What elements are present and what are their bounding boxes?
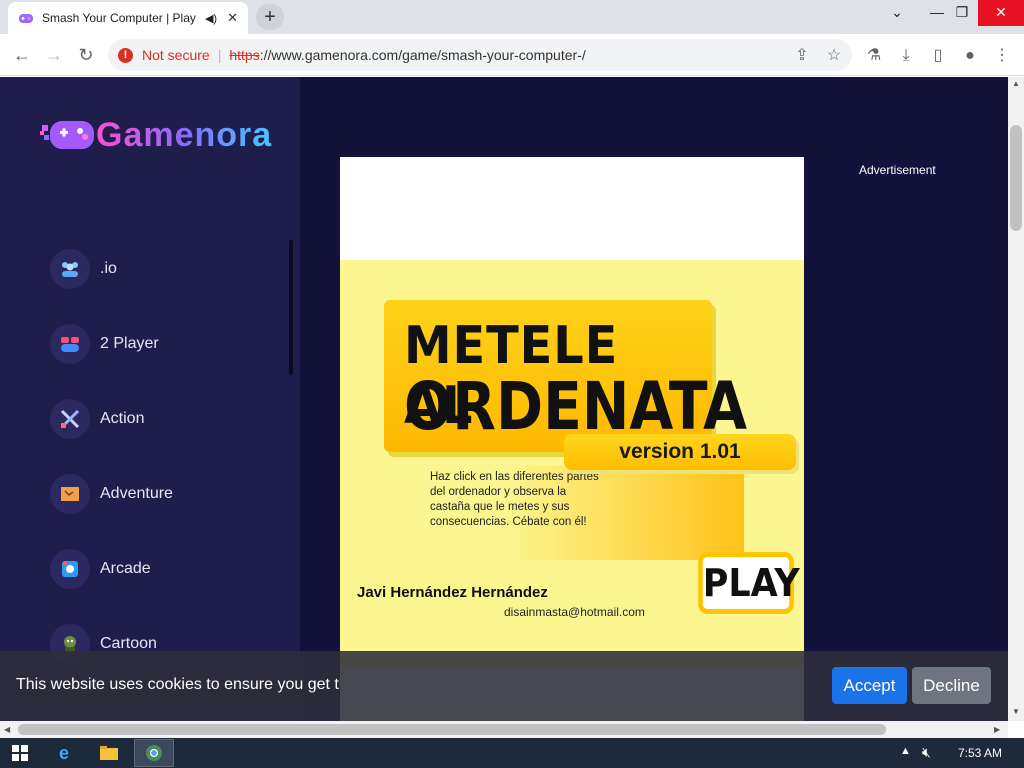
game-description: Haz click en las diferentes partes del o… [430,471,599,528]
site-logo[interactable]: Gamenora [40,115,272,155]
game-title-box: METELE AL ORDENATA [384,300,747,452]
game-title-screen[interactable]: METELE AL ORDENATA Haz click en las dife… [340,260,804,668]
file-explorer-icon[interactable] [89,739,129,767]
url-text: ://www.gamenora.com/game/smash-your-comp… [259,47,586,63]
game-author: Javi Hernández Hernández [357,584,548,601]
sidebar-item-2-player[interactable]: 2 Player [50,324,159,364]
restore-button[interactable]: ❐ [945,0,979,26]
scroll-right-icon[interactable]: ▶ [994,725,1000,734]
cookie-consent-bar: This website uses cookies to ensure you … [0,651,1008,721]
advertisement-label: Advertisement [859,163,936,177]
labs-flask-icon[interactable]: ⚗ [864,46,884,66]
gamepad-icon [50,324,90,364]
share-icon[interactable]: ⇪ [792,46,812,66]
horizontal-scroll-thumb[interactable] [18,724,886,735]
map-icon [50,474,90,514]
accept-cookies-button[interactable]: Accept [832,667,907,704]
decline-cookies-button[interactable]: Decline [912,667,991,704]
game-author-email: disainmasta@hotmail.com [504,605,645,619]
tab-title: Smash Your Computer | Play [42,11,196,25]
scroll-left-icon[interactable]: ◀ [4,725,10,734]
game-frame[interactable]: METELE AL ORDENATA Haz click en las dife… [340,157,804,721]
browser-toolbar: ← → ↻ ! Not secure | https ://www.gameno… [0,34,1024,76]
window-close-button[interactable]: ✕ [978,0,1024,26]
windows-taskbar: e ▲ 🔇︎ 7:53 AM [0,738,1024,768]
vertical-scroll-thumb[interactable] [1010,125,1022,231]
start-button[interactable] [0,739,40,767]
browser-tab[interactable]: Smash Your Computer | Play ◀︎) ✕ [8,2,248,34]
download-icon[interactable]: ⤓ [896,46,916,66]
side-panel-icon[interactable]: ▯ [928,46,948,66]
back-icon[interactable]: ← [9,42,35,68]
sidebar-item-arcade[interactable]: Arcade [50,549,151,589]
cookie-message: This website uses cookies to ensure you … [16,676,340,693]
volume-muted-icon[interactable]: 🔇︎ [922,744,931,761]
tray-overflow-icon[interactable]: ▲ [900,745,911,757]
sidebar-item-io[interactable]: .io [50,249,117,289]
bookmark-star-icon[interactable]: ☆ [824,46,844,66]
horizontal-scrollbar[interactable]: ◀ ▶ [0,721,1008,738]
tab-close-icon[interactable]: ✕ [227,10,238,26]
tab-search-icon[interactable]: ⌄ [880,0,914,26]
sidebar-item-label: Adventure [100,485,173,502]
sidebar-scrollbar[interactable] [289,240,293,375]
url-scheme: https [229,47,260,63]
sidebar-item-action[interactable]: Action [50,399,144,439]
new-tab-button[interactable]: + [256,4,284,30]
security-status: Not secure [142,47,210,63]
scroll-up-icon[interactable]: ▲ [1012,79,1020,88]
vertical-scrollbar[interactable]: ▲ ▼ [1008,77,1024,721]
url-separator: | [217,47,222,63]
internet-explorer-icon[interactable]: e [44,739,84,767]
sidebar-item-label: Arcade [100,560,151,577]
taskbar-clock[interactable]: 7:53 AM [958,746,1002,760]
profile-avatar-icon[interactable]: ● [960,46,980,66]
reload-icon[interactable]: ↻ [73,42,99,68]
game-version: version 1.01 [564,434,796,470]
sidebar-item-label: .io [100,260,117,277]
sidebar-item-label: Action [100,410,145,427]
windows-logo-icon [12,745,28,761]
forward-icon[interactable]: → [41,42,67,68]
arcade-icon [50,549,90,589]
audio-playing-icon[interactable]: ◀︎) [205,12,217,25]
scroll-down-icon[interactable]: ▼ [1012,707,1020,716]
play-button[interactable]: PLAY [698,552,800,614]
address-bar[interactable]: ! Not secure | https ://www.gamenora.com… [108,39,852,71]
web-page: Gamenora .io 2 Player Action Adventure A… [0,77,1008,721]
menu-kebab-icon[interactable]: ⋮ [992,46,1012,66]
gamenora-favicon-icon [19,14,33,23]
site-logo-text: Gamenora [96,115,273,154]
people-icon [50,249,90,289]
chrome-taskbar-icon[interactable] [134,739,174,767]
sidebar: Gamenora .io 2 Player Action Adventure A… [0,77,300,721]
not-secure-icon: ! [118,47,133,63]
swords-icon [50,399,90,439]
game-description-box: Haz click en las diferentes partes del o… [426,466,744,560]
sidebar-item-adventure[interactable]: Adventure [50,474,173,514]
tab-strip: Smash Your Computer | Play ◀︎) ✕ + ⌄ — ❐… [0,0,1024,34]
gamepad-logo-icon [40,121,94,149]
sidebar-item-label: 2 Player [100,335,159,352]
